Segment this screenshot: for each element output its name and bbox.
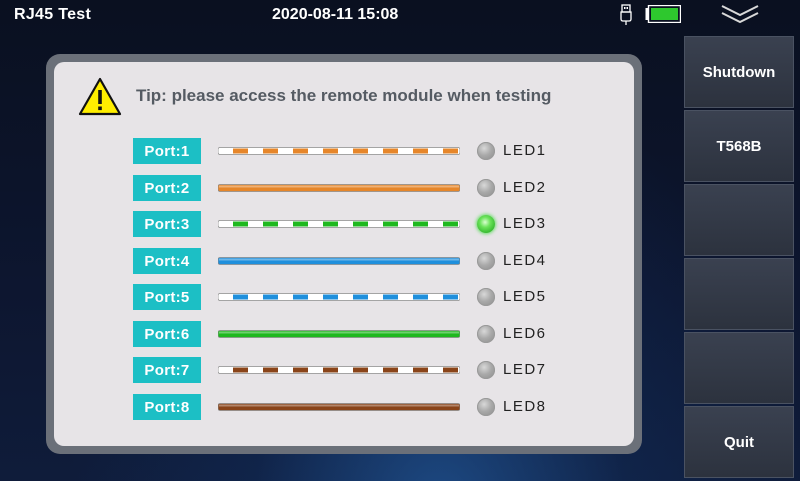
blank-button-3[interactable] [684,332,794,404]
warning-triangle-icon [78,77,122,116]
port-row: Port:1 LED1 [133,138,573,164]
double-chevron-down-icon[interactable] [719,2,761,26]
solid-wire [218,403,460,411]
port-row: Port:5 LED5 [133,284,573,310]
app-title: RJ45 Test [14,6,92,23]
led-indicator-on [477,215,495,233]
t568b-button[interactable]: T568B [684,110,794,182]
led-label: LED8 [503,398,547,415]
led-label: LED3 [503,215,547,232]
blank-button-2[interactable] [684,258,794,330]
led-indicator-off [477,142,495,160]
solid-wire [218,184,460,192]
led-label: LED1 [503,142,547,159]
port-label: Port:4 [133,248,201,274]
port-row: Port:3 LED3 [133,211,573,237]
port-row: Port:2 LED2 [133,175,573,201]
date-time: 2020-08-11 15:08 [272,6,399,23]
usb-plug-icon [620,4,632,25]
led-label: LED4 [503,252,547,269]
port-label: Port:5 [133,284,201,310]
port-label: Port:7 [133,357,201,383]
port-label: Port:2 [133,175,201,201]
solid-wire [218,330,460,338]
port-row: Port:8 LED8 [133,394,573,420]
port-row: Port:7 LED7 [133,357,573,383]
led-indicator-off [477,361,495,379]
status-bar: RJ45 Test 2020-08-11 15:08 [0,0,800,32]
quit-button[interactable]: Quit [684,406,794,478]
solid-wire [218,257,460,265]
led-label: LED6 [503,325,547,342]
led-indicator-off [477,288,495,306]
led-indicator-off [477,252,495,270]
led-indicator-off [477,398,495,416]
led-indicator-off [477,325,495,343]
led-label: LED7 [503,361,547,378]
shutdown-button[interactable]: Shutdown [684,36,794,108]
port-label: Port:3 [133,211,201,237]
striped-wire [218,293,460,301]
port-label: Port:1 [133,138,201,164]
battery-icon [645,5,681,23]
striped-wire [218,220,460,228]
sidebar: Shutdown T568B Quit [684,36,794,478]
striped-wire [218,147,460,155]
port-label: Port:6 [133,321,201,347]
led-label: LED2 [503,179,547,196]
port-row: Port:6 LED6 [133,321,573,347]
led-label: LED5 [503,288,547,305]
striped-wire [218,366,460,374]
tip-text: Tip: please access the remote module whe… [136,86,552,105]
led-indicator-off [477,179,495,197]
port-label: Port:8 [133,394,201,420]
blank-button-1[interactable] [684,184,794,256]
port-row: Port:4 LED4 [133,248,573,274]
